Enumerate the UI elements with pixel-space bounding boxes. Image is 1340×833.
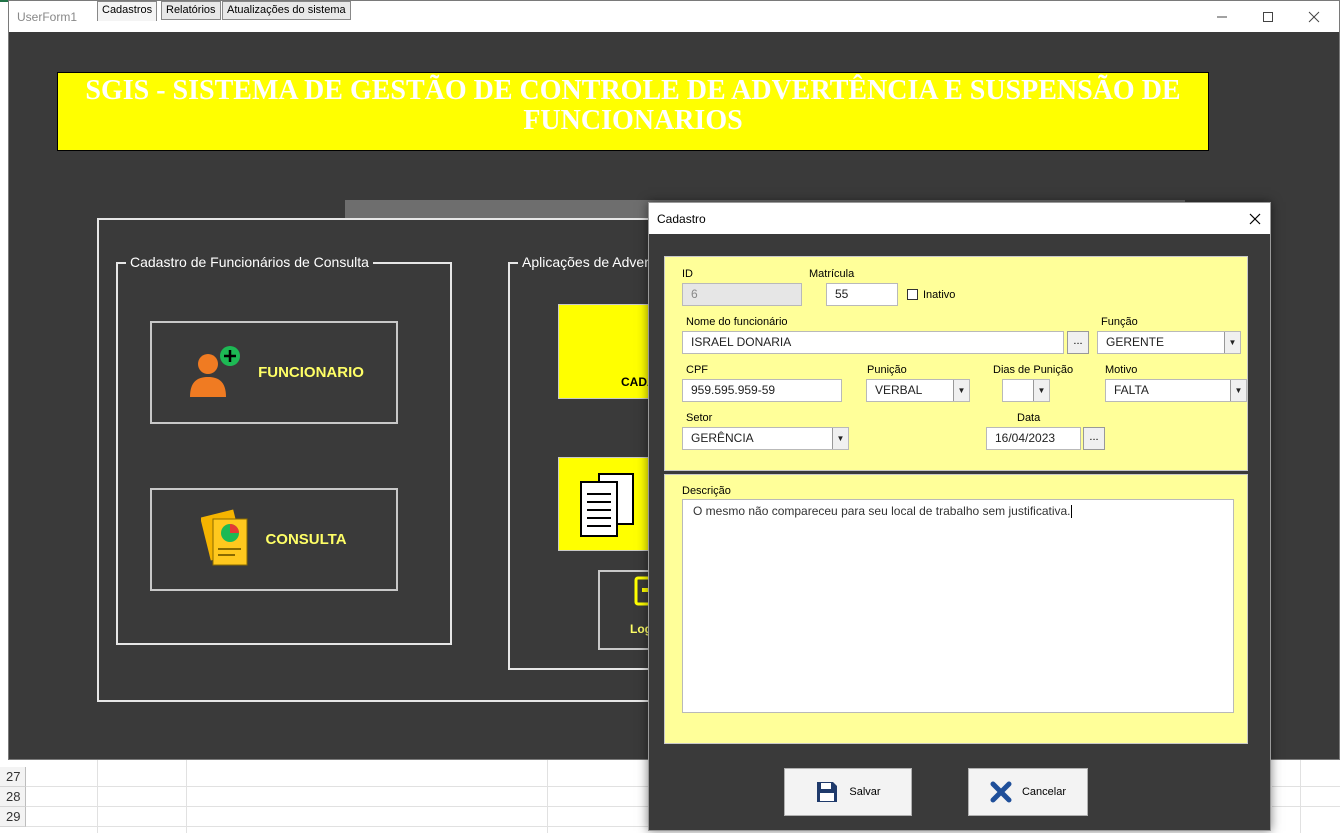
cancel-button[interactable]: Cancelar [968,768,1088,816]
dropdown-arrow-icon[interactable]: ▼ [832,428,848,449]
matricula-label: Matrícula [809,268,855,280]
cancel-label: Cancelar [1021,786,1067,798]
minimize-icon [1217,16,1227,17]
funcionario-button[interactable]: FUNCIONARIO [150,321,398,424]
dialog-title: Cadastro [657,212,706,226]
dialog-close-button[interactable] [1240,203,1270,234]
cpf-label: CPF [686,364,708,376]
frame-cadastro-funcionarios: Cadastro de Funcionários de Consulta FUN… [116,254,452,645]
dialog-titlebar[interactable]: Cadastro [649,203,1270,234]
funcionario-label: FUNCIONARIO [258,364,364,381]
excel-gridline [97,760,98,833]
excel-gridline [1300,760,1301,833]
punicao-label: Punição [867,364,907,376]
excel-gridline [547,760,548,833]
frame-caption: Cadastro de Funcionários de Consulta [126,254,373,270]
minimize-button[interactable] [1199,1,1245,32]
save-label: Salvar [849,786,881,798]
close-button[interactable] [1291,1,1337,32]
add-user-icon [190,345,241,397]
close-icon [1249,213,1261,224]
nome-label: Nome do funcionário [686,316,788,328]
frame-caption: Aplicações de Adver [518,254,653,270]
nome-field[interactable]: ISRAEL DONARIA [682,331,1064,354]
maximize-button[interactable] [1245,1,1291,32]
data-field[interactable]: 16/04/2023 [986,427,1081,450]
maximize-icon [1263,11,1273,22]
excel-gridline [26,806,648,807]
documents-icon [580,473,634,537]
cancel-icon [990,781,1012,803]
save-button[interactable]: Salvar [784,768,912,816]
punicao-select[interactable]: VERBAL ▼ [866,379,970,402]
nome-lookup-button[interactable]: ... [1067,331,1089,354]
excel-row-header[interactable]: 29 [0,807,26,827]
date-picker-button[interactable]: ... [1083,427,1105,450]
text-cursor [1070,505,1072,519]
excel-gridline [1272,786,1340,787]
excel-gridline [26,826,648,827]
funcao-select[interactable]: GERENTE ▼ [1097,331,1241,354]
userform-title: UserForm1 [17,10,78,24]
descricao-textarea[interactable]: O mesmo não compareceu para seu local de… [682,499,1234,713]
excel-row-header[interactable]: 28 [0,787,26,807]
motivo-value: FALTA [1114,383,1149,397]
report-icon [201,509,248,565]
id-field[interactable]: 6 [682,283,802,306]
tab-relatorios[interactable]: Relatórios [161,1,221,20]
descricao-text: O mesmo não compareceu para seu local de… [693,504,1071,518]
dias-select[interactable]: ▼ [1002,379,1050,402]
tab-cadastros[interactable]: Cadastros [97,1,158,21]
app-banner: SGIS - SISTEMA DE GESTÃO DE CONTROLE DE … [57,72,1209,151]
consulta-label: CONSULTA [265,531,347,548]
motivo-select[interactable]: FALTA ▼ [1105,379,1247,402]
punicao-value: VERBAL [875,383,923,397]
descricao-label: Descrição [682,485,731,497]
advertencia-tile[interactable]: A [558,457,659,551]
dropdown-arrow-icon[interactable]: ▼ [953,380,969,401]
save-icon [817,782,838,802]
inativo-checkbox[interactable] [907,289,918,300]
cadastro-tile[interactable]: CADA [558,304,658,399]
cpf-field[interactable]: 959.595.959-59 [682,379,842,402]
data-label: Data [1017,412,1041,424]
excel-row-header[interactable]: 27 [0,767,26,787]
funcao-value: GERENTE [1106,335,1165,349]
matricula-field[interactable]: 55 [826,283,898,306]
inativo-label: Inativo [923,289,956,301]
excel-gridline [1272,806,1340,807]
funcao-label: Função [1101,316,1138,328]
tab-atualizacoes[interactable]: Atualizações do sistema [222,1,351,20]
setor-select[interactable]: GERÊNCIA ▼ [682,427,849,450]
dias-label: Dias de Punição [993,364,1074,376]
excel-gridline [26,786,648,787]
id-label: ID [682,268,693,280]
close-icon [1308,11,1320,22]
setor-value: GERÊNCIA [691,431,754,445]
consulta-button[interactable]: CONSULTA [150,488,398,591]
setor-label: Setor [686,412,713,424]
excel-gridline [186,760,187,833]
motivo-label: Motivo [1105,364,1138,376]
dropdown-arrow-icon[interactable]: ▼ [1033,380,1049,401]
dropdown-arrow-icon[interactable]: ▼ [1224,332,1240,353]
dropdown-arrow-icon[interactable]: ▼ [1230,380,1246,401]
